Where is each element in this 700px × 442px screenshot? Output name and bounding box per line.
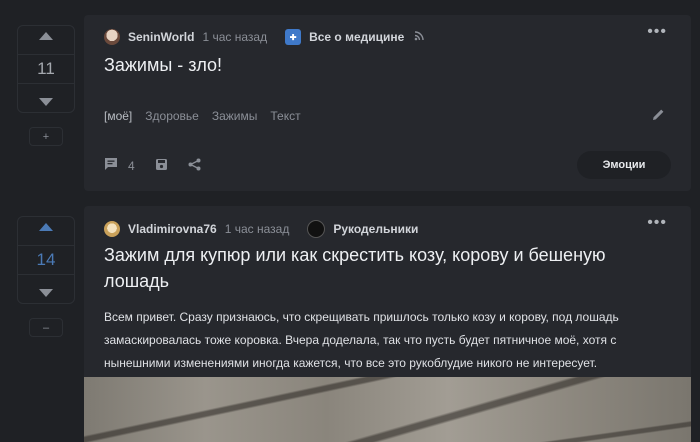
post-card: Vladimirovna76 1 час назад Рукодельники … — [84, 206, 691, 442]
tag[interactable]: Зажимы — [212, 109, 258, 123]
emotions-button[interactable]: Эмоции — [577, 151, 671, 179]
vote-box: 11 — [17, 25, 75, 113]
downvote-icon[interactable] — [39, 289, 53, 297]
tag[interactable]: [моё] — [104, 109, 132, 123]
community-icon — [307, 220, 326, 238]
save-icon[interactable] — [155, 158, 168, 174]
vote-box: 14 — [17, 216, 75, 304]
upvote-icon[interactable] — [39, 223, 53, 231]
add-button[interactable]: + — [29, 127, 63, 146]
post-time: 1 час назад — [202, 30, 268, 44]
rss-icon[interactable] — [414, 30, 425, 44]
post-title[interactable]: Зажим для купюр или как скрестить козу, … — [104, 242, 644, 294]
remove-button[interactable]: – — [29, 318, 63, 337]
post-body: Всем привет. Сразу признаюсь, что скрещи… — [104, 310, 619, 370]
vote-count: 11 — [18, 54, 74, 84]
tag-list: [моё] Здоровье Зажимы Текст — [104, 109, 301, 123]
tag[interactable]: Текст — [270, 109, 300, 123]
comment-icon[interactable] — [104, 157, 118, 174]
downvote-icon[interactable] — [39, 98, 53, 106]
vote-count: 14 — [18, 245, 74, 275]
vote-column: 14 – — [16, 216, 76, 337]
community-icon: ✚ — [285, 29, 302, 45]
community-link[interactable]: Рукодельники — [307, 220, 418, 238]
post-image[interactable] — [84, 377, 691, 442]
post-card: SeninWorld 1 час назад ✚ Все о медицине … — [84, 15, 691, 191]
share-icon[interactable] — [188, 158, 201, 174]
post-title[interactable]: Зажимы - зло! — [104, 52, 222, 78]
post-meta: Vladimirovna76 1 час назад Рукодельники — [104, 220, 418, 238]
upvote-icon[interactable] — [39, 32, 53, 40]
pencil-icon[interactable] — [652, 108, 665, 124]
tag[interactable]: Здоровье — [145, 109, 199, 123]
post-meta: SeninWorld 1 час назад ✚ Все о медицине — [104, 29, 425, 45]
comment-count[interactable]: 4 — [128, 159, 135, 173]
more-icon[interactable]: ••• — [647, 23, 667, 41]
more-icon[interactable]: ••• — [647, 214, 667, 232]
community-name: Все о медицине — [309, 30, 405, 44]
community-link[interactable]: ✚ Все о медицине — [285, 29, 404, 45]
author-name[interactable]: SeninWorld — [128, 30, 194, 44]
post-actions: 4 — [104, 157, 211, 174]
community-name: Рукодельники — [333, 222, 419, 236]
vote-column: 11 + — [16, 25, 76, 146]
post-time: 1 час назад — [224, 222, 290, 236]
author-avatar[interactable] — [104, 221, 120, 237]
author-avatar[interactable] — [104, 29, 120, 45]
author-name[interactable]: Vladimirovna76 — [128, 222, 217, 236]
